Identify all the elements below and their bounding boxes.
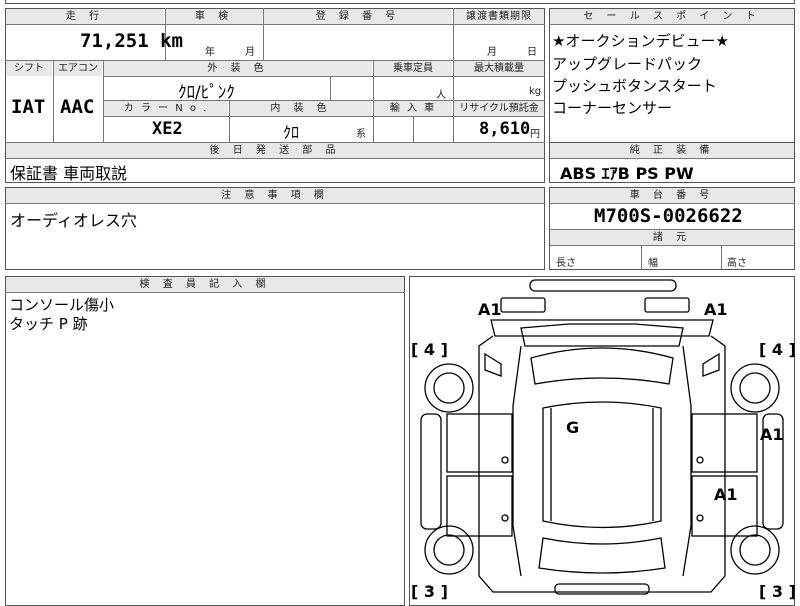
import-header: 輸 入 車 [374, 101, 452, 116]
bracket-rear-right: [ 3 ] [759, 582, 796, 601]
transfer-header: 譲渡書類期限 [454, 9, 544, 24]
shift-header: シフト [6, 61, 52, 76]
mark-a1-right: A1 [760, 425, 784, 444]
height-label: 高さ [727, 258, 747, 269]
notes-value: オーディオレス穴 [10, 211, 137, 230]
inspector-note-1: コンソール傷小 [9, 296, 115, 314]
later-parts-header: 後 日 発 送 部 品 [6, 143, 544, 158]
recycle-unit: 円 [530, 129, 540, 140]
notes-header: 注 意 事 項 欄 [6, 188, 544, 203]
capacity-unit: 人 [436, 90, 446, 101]
bracket-front-right: [ 4 ] [759, 340, 796, 359]
mark-a1-top-left: A1 [478, 300, 502, 319]
registration-header: 登 録 番 号 [264, 9, 452, 24]
interior-header: 内 装 色 [230, 101, 372, 116]
mark-a1-right-middle: A1 [714, 485, 738, 504]
equipment-header: 純 正 装 備 [550, 143, 794, 158]
capacity-header: 乗車定員 [374, 61, 452, 76]
transfer-month: 月 [487, 47, 497, 58]
interior-color-value: ｸﾛ [283, 123, 300, 142]
dims-header: 諸 元 [550, 230, 794, 245]
inspection-header: 車 検 [166, 9, 262, 24]
width-label: 幅 [648, 258, 658, 269]
bracket-rear-left: [ 3 ] [411, 582, 448, 601]
mileage-header: 走 行 [6, 9, 164, 24]
later-parts-value: 保証書 車両取説 [10, 164, 128, 183]
max-load-unit: kg [529, 86, 542, 97]
mileage-number: 71,251 [80, 30, 149, 52]
bracket-front-left: [ 4 ] [411, 340, 448, 359]
inspector-note-2: タッチ P 跡 [9, 315, 88, 333]
car-diagram [420, 279, 784, 595]
inspection-year: 年 [205, 47, 215, 58]
aircon-header: エアコン [54, 61, 102, 76]
selling-point-2: アップグレードパック [552, 55, 703, 73]
selling-point-3: プッシュボタンスタート [552, 77, 717, 95]
transfer-day: 日 [527, 47, 537, 58]
inspection-month: 月 [245, 47, 255, 58]
equipment-value: ABS ｴｱB PS PW [560, 164, 694, 183]
interior-suffix: 系 [356, 129, 366, 140]
selling-point-4: コーナーセンサー [552, 99, 673, 117]
recycle-fee-value: 8,610 [479, 119, 531, 139]
max-load-header: 最大積載量 [454, 61, 544, 76]
inspector-header: 検 査 員 記 入 欄 [6, 277, 404, 292]
chassis-header: 車 台 番 号 [550, 188, 794, 203]
exterior-header: 外 装 色 [104, 61, 372, 76]
top-strip [5, 0, 795, 4]
color-no-header: カ ラ ー N o . [104, 101, 228, 116]
color-no-value: XE2 [152, 119, 183, 139]
selling-points-header: セ ー ル ス ポ イ ン ト [550, 9, 794, 24]
length-label: 長さ [556, 258, 576, 269]
shift-value: IAT [11, 96, 46, 118]
recycle-header: リサイクル預託金 [454, 101, 544, 116]
chassis-number: M700S-0026622 [594, 205, 743, 227]
mileage-value: 71,251 km [80, 30, 183, 52]
mark-a1-top-right: A1 [704, 300, 728, 319]
aircon-value: AAC [60, 96, 95, 118]
mileage-unit: km [160, 30, 183, 52]
selling-point-1: ★オークションデビュー★ [552, 32, 729, 50]
mark-g-roof: G [566, 418, 580, 437]
